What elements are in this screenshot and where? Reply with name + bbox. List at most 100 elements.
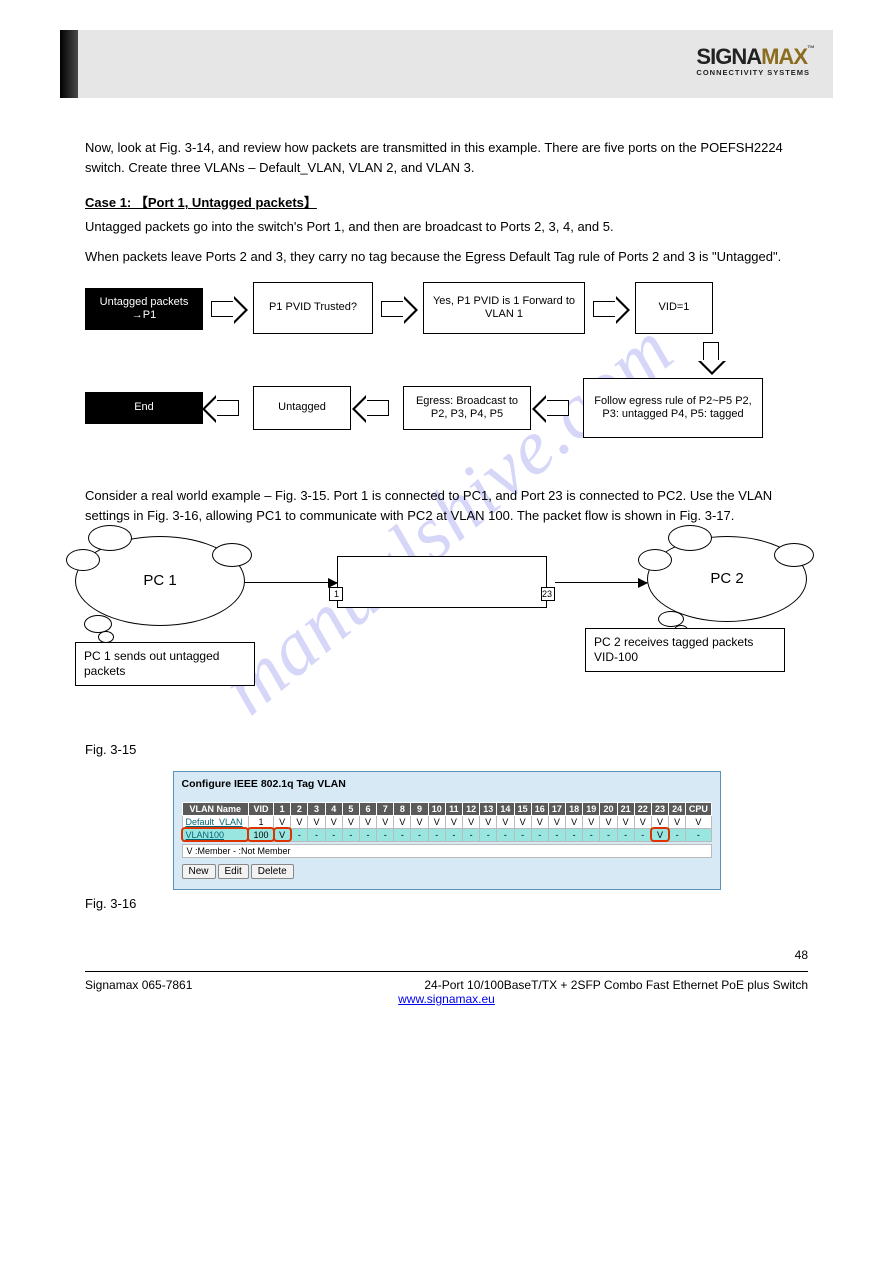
vlan-cell: V <box>480 815 497 828</box>
vlan-cell: - <box>583 828 600 841</box>
vlan-col-19: 19 <box>583 802 600 815</box>
intro-2-paragraph: Consider a real world example – Fig. 3-1… <box>85 486 808 526</box>
vlan-col-13: 13 <box>480 802 497 815</box>
vlan-cell: - <box>428 828 445 841</box>
arrow-icon <box>215 400 239 416</box>
vlan-cell: - <box>325 828 342 841</box>
vlan-cell: V <box>308 815 325 828</box>
vlan-cell: V <box>651 815 668 828</box>
vlan-legend: V :Member - :Not Member <box>182 844 712 858</box>
arrow-icon <box>593 301 617 317</box>
vlan-cell: - <box>548 828 565 841</box>
vlan-config-panel: Configure IEEE 802.1q Tag VLAN VLAN Name… <box>173 771 721 890</box>
cloud-pc1-label: PC 1 <box>143 572 176 589</box>
vlan-col-15: 15 <box>514 802 531 815</box>
vlan-panel-title: Configure IEEE 802.1q Tag VLAN <box>182 778 712 790</box>
vlan-cell: V <box>274 828 291 841</box>
vlan-cell: V <box>651 828 668 841</box>
vlan-cell: - <box>600 828 617 841</box>
vlan-cell: V <box>462 815 479 828</box>
vlan-col-vid: VID <box>248 802 273 815</box>
vlan-name-link[interactable]: Default_VLAN <box>182 815 248 828</box>
vlan-row: VLAN100100V---------------------V-- <box>182 828 711 841</box>
vlan-vid: 100 <box>248 828 273 841</box>
vlan-col-3: 3 <box>308 802 325 815</box>
vlan-vid: 1 <box>248 815 273 828</box>
vlan-name-link[interactable]: VLAN100 <box>182 828 248 841</box>
edit-button[interactable]: Edit <box>218 864 249 879</box>
vlan-row: Default_VLAN1VVVVVVVVVVVVVVVVVVVVVVVVV <box>182 815 711 828</box>
vlan-cell: V <box>377 815 394 828</box>
flow-box-5: Follow egress rule of P2~P5 P2, P3: unta… <box>583 378 763 438</box>
footer-url[interactable]: www.signamax.eu <box>398 992 495 1006</box>
vlan-col-18: 18 <box>566 802 583 815</box>
case-1-title: Case 1: 【Port 1, Untagged packets】 <box>85 192 808 211</box>
vlan-col-2: 2 <box>291 802 308 815</box>
arrow-icon <box>703 342 719 362</box>
vlan-col-9: 9 <box>411 802 428 815</box>
vlan-cell: V <box>531 815 548 828</box>
page-footer: 48 Signamax 065-7861 24-Port 10/100BaseT… <box>85 971 808 1006</box>
cloud-pc2-label: PC 2 <box>710 570 743 587</box>
logo-text-2: MAX <box>761 44 807 69</box>
flow-box-3: Yes, P1 PVID is 1 Forward to VLAN 1 <box>423 282 585 334</box>
arrow-icon <box>211 301 235 317</box>
vlan-cell: - <box>411 828 428 841</box>
port-23-label: 23 <box>542 589 552 599</box>
vlan-cell: - <box>514 828 531 841</box>
vlan-cell: V <box>274 815 291 828</box>
cloud-pc1: PC 1 <box>75 536 245 626</box>
arrow-icon <box>365 400 389 416</box>
vlan-col-17: 17 <box>548 802 565 815</box>
vlan-col-10: 10 <box>428 802 445 815</box>
vlan-cell: V <box>445 815 462 828</box>
vlan-cell: V <box>617 815 634 828</box>
vlan-cell: - <box>342 828 359 841</box>
header-bar: SIGNAMAX™ CONNECTIVITY SYSTEMS <box>60 30 833 98</box>
vlan-cell: V <box>634 815 651 828</box>
figure-3-16-caption: Fig. 3-16 <box>85 896 808 911</box>
vlan-cell: - <box>291 828 308 841</box>
vlan-col-24: 24 <box>669 802 686 815</box>
arrow-icon <box>545 400 569 416</box>
page-number: 48 <box>795 948 808 962</box>
vlan-cell: - <box>686 828 711 841</box>
new-button[interactable]: New <box>182 864 216 879</box>
figure-3-15-caption: Fig. 3-15 <box>85 742 808 757</box>
logo-tm: ™ <box>807 44 815 53</box>
vlan-table-header: VLAN NameVID1234567891011121314151617181… <box>182 802 711 815</box>
vlan-cell: - <box>634 828 651 841</box>
arrow-icon <box>245 582 337 584</box>
footer-left: Signamax 065-7861 <box>85 978 192 992</box>
vlan-col-12: 12 <box>462 802 479 815</box>
vlan-col-5: 5 <box>342 802 359 815</box>
flow-box-start: Untagged packets →P1 <box>85 288 203 330</box>
vlan-cell: - <box>462 828 479 841</box>
brand-logo: SIGNAMAX™ CONNECTIVITY SYSTEMS <box>696 44 815 77</box>
cloud-pc2: PC 2 <box>647 536 807 622</box>
intro-paragraph: Now, look at Fig. 3-14, and review how p… <box>85 138 808 178</box>
vlan-col-22: 22 <box>634 802 651 815</box>
vlan-table: VLAN NameVID1234567891011121314151617181… <box>182 802 712 842</box>
logo-subtitle: CONNECTIVITY SYSTEMS <box>696 68 815 77</box>
vlan-col-vlan-name: VLAN Name <box>182 802 248 815</box>
vlan-col-14: 14 <box>497 802 514 815</box>
vlan-col-8: 8 <box>394 802 411 815</box>
pc1-textbox: PC 1 sends out untagged packets <box>75 642 255 686</box>
flow-box-6: Egress: Broadcast to P2, P3, P4, P5 <box>403 386 531 430</box>
vlan-cell: - <box>445 828 462 841</box>
vlan-cell: - <box>497 828 514 841</box>
flow-box-7: Untagged <box>253 386 351 430</box>
vlan-cell: V <box>669 815 686 828</box>
vlan-col-16: 16 <box>531 802 548 815</box>
vlan-cell: - <box>308 828 325 841</box>
delete-button[interactable]: Delete <box>251 864 294 879</box>
vlan-cell: - <box>359 828 376 841</box>
header-accent <box>60 30 78 98</box>
vlan-table-body: Default_VLAN1VVVVVVVVVVVVVVVVVVVVVVVVVVL… <box>182 815 711 841</box>
vlan-cell: V <box>548 815 565 828</box>
vlan-cell: V <box>291 815 308 828</box>
vlan-cell: V <box>394 815 411 828</box>
vlan-cell: V <box>497 815 514 828</box>
vlan-cell: V <box>600 815 617 828</box>
